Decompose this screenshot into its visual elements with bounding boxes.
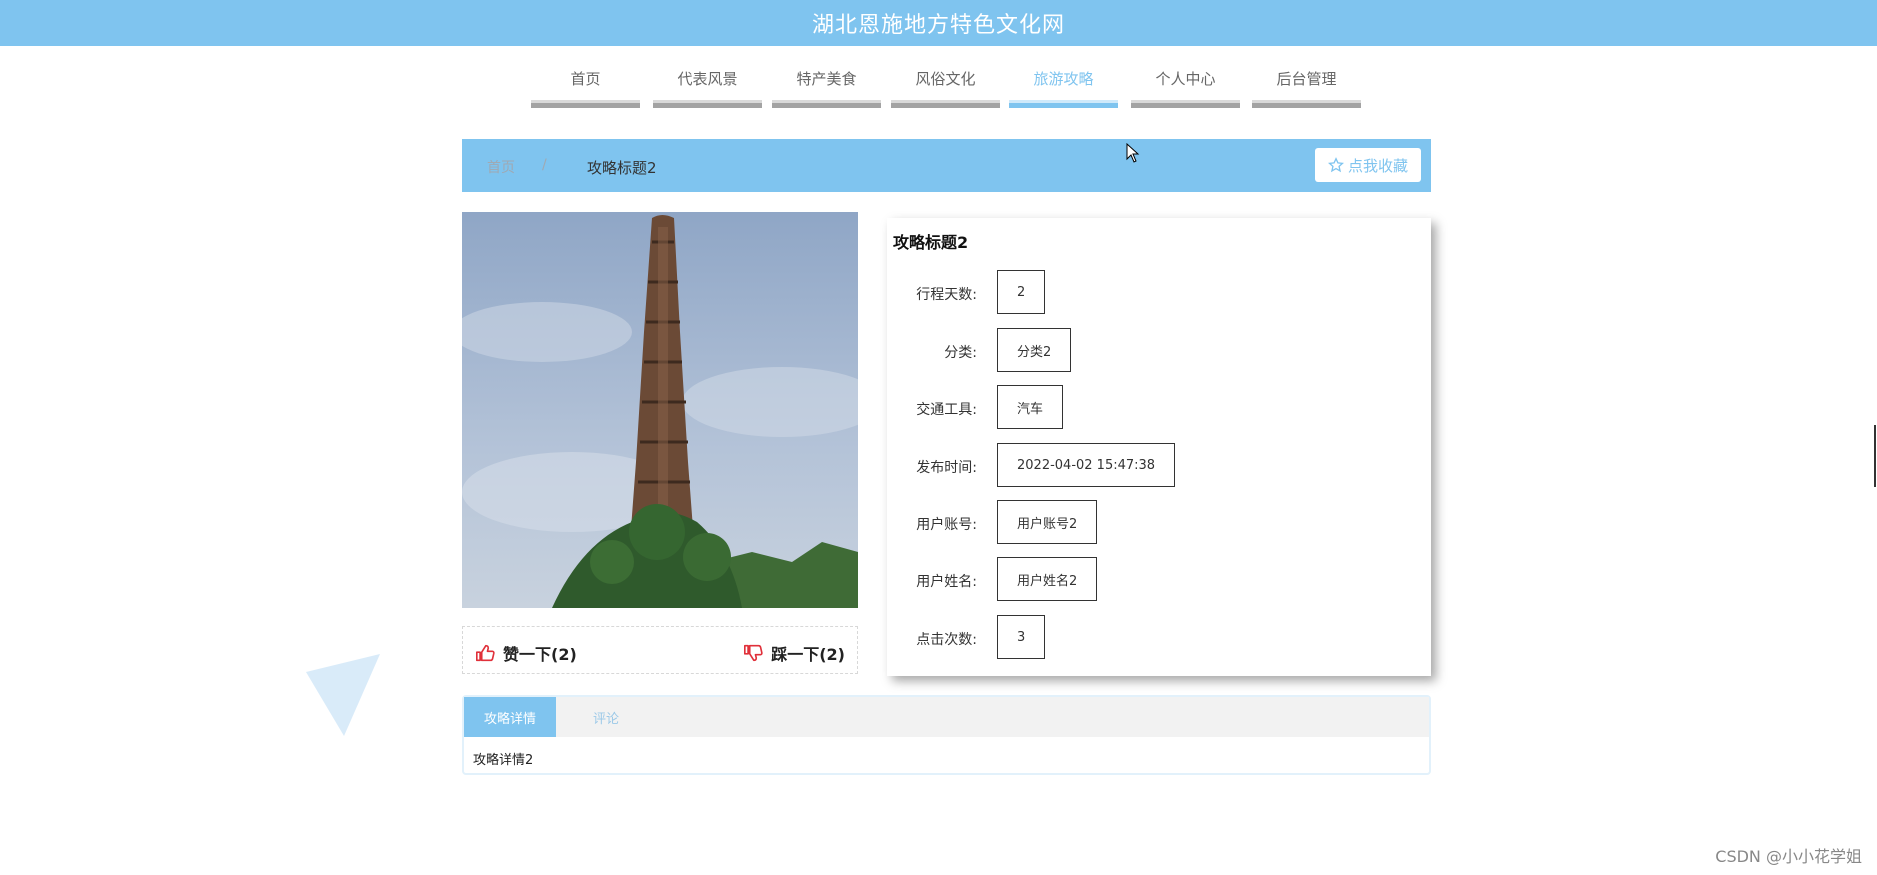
reaction-bar: 赞一下(2) 踩一下(2) — [462, 626, 858, 674]
nav-item-food[interactable]: 特产美食 — [772, 60, 881, 110]
like-label: 赞一下(2) — [503, 645, 577, 664]
nav-item-personal-center[interactable]: 个人中心 — [1131, 60, 1240, 110]
nav-item-culture[interactable]: 风俗文化 — [891, 60, 1000, 110]
tab-comments[interactable]: 评论 — [556, 697, 656, 737]
tab-content: 攻略详情2 — [473, 753, 534, 768]
scrollbar-edge — [1874, 425, 1876, 487]
breadcrumb-separator: / — [542, 157, 547, 173]
nav-item-underline — [891, 100, 1000, 108]
favorite-button[interactable]: 点我收藏 — [1315, 148, 1421, 182]
field-value: 用户姓名2 — [997, 557, 1098, 601]
watermark: CSDN @小小花学姐 — [1715, 847, 1862, 866]
field-label: 用户账号: — [916, 517, 977, 533]
site-header: 湖北恩施地方特色文化网 — [0, 0, 1877, 46]
nav-item-underline — [531, 100, 640, 108]
field-label: 用户姓名: — [916, 574, 977, 590]
field-label: 点击次数: — [916, 632, 977, 648]
guide-info-panel: 攻略标题2 行程天数: 2 分类: 分类2 交通工具: 汽车 发布时间: 202… — [887, 218, 1431, 676]
field-label: 分类: — [944, 345, 977, 361]
field-value: 2 — [997, 270, 1046, 314]
site-title: 湖北恩施地方特色文化网 — [811, 13, 1065, 38]
field-row-category: 分类: 分类2 — [887, 328, 1431, 374]
thumbs-down-icon — [744, 644, 763, 662]
nav-item-label: 后台管理 — [1276, 70, 1337, 88]
field-label: 交通工具: — [916, 402, 977, 418]
nav-item-label: 旅游攻略 — [1033, 70, 1094, 88]
field-label: 行程天数: — [916, 287, 977, 303]
field-row-user-account: 用户账号: 用户账号2 — [887, 500, 1431, 546]
detail-tabs: 攻略详情 评论 攻略详情2 — [462, 695, 1431, 775]
nav-item-underline — [1252, 100, 1361, 108]
dislike-button[interactable]: 踩一下(2) — [743, 641, 845, 665]
nav-item-label: 特产美食 — [796, 70, 857, 88]
nav-item-admin[interactable]: 后台管理 — [1252, 60, 1361, 110]
tab-header: 攻略详情 评论 — [464, 697, 1429, 737]
nav-item-underline — [772, 100, 881, 108]
nav-item-underline — [653, 100, 762, 108]
nav-item-home[interactable]: 首页 — [531, 60, 640, 110]
field-row-click-count: 点击次数: 3 — [887, 615, 1431, 661]
nav-item-travel-guide[interactable]: 旅游攻略 — [1009, 60, 1118, 110]
field-label: 发布时间: — [916, 460, 977, 476]
nav-item-scenery[interactable]: 代表风景 — [653, 60, 762, 110]
field-value: 3 — [997, 615, 1046, 659]
guide-photo — [462, 212, 858, 608]
nav-item-label: 代表风景 — [677, 70, 738, 88]
field-row-days: 行程天数: 2 — [887, 270, 1431, 316]
field-row-transport: 交通工具: 汽车 — [887, 385, 1431, 431]
decorative-triangle-icon — [306, 654, 380, 736]
breadcrumb: 首页 / 攻略标题2 点我收藏 — [462, 139, 1431, 192]
tab-guide-details[interactable]: 攻略详情 — [464, 697, 556, 737]
field-value: 汽车 — [997, 385, 1064, 429]
thumbs-up-icon — [476, 644, 495, 662]
guide-title: 攻略标题2 — [893, 233, 969, 252]
field-row-publish-time: 发布时间: 2022-04-02 15:47:38 — [887, 443, 1431, 489]
like-button[interactable]: 赞一下(2) — [475, 641, 577, 665]
dislike-label: 踩一下(2) — [771, 645, 845, 664]
field-value: 用户账号2 — [997, 500, 1098, 544]
mouse-cursor-icon — [1126, 143, 1140, 163]
nav-item-underline — [1131, 100, 1240, 108]
breadcrumb-current: 攻略标题2 — [587, 159, 657, 177]
field-value: 分类2 — [997, 328, 1072, 372]
star-icon — [1327, 157, 1344, 173]
nav-item-label: 首页 — [570, 70, 601, 88]
breadcrumb-home-link[interactable]: 首页 — [487, 157, 515, 177]
field-row-user-name: 用户姓名: 用户姓名2 — [887, 557, 1431, 603]
nav-item-label: 个人中心 — [1155, 70, 1216, 88]
nav-item-underline — [1009, 100, 1118, 108]
field-value: 2022-04-02 15:47:38 — [997, 443, 1176, 487]
favorite-button-label: 点我收藏 — [1347, 156, 1408, 175]
nav-item-label: 风俗文化 — [915, 70, 976, 88]
